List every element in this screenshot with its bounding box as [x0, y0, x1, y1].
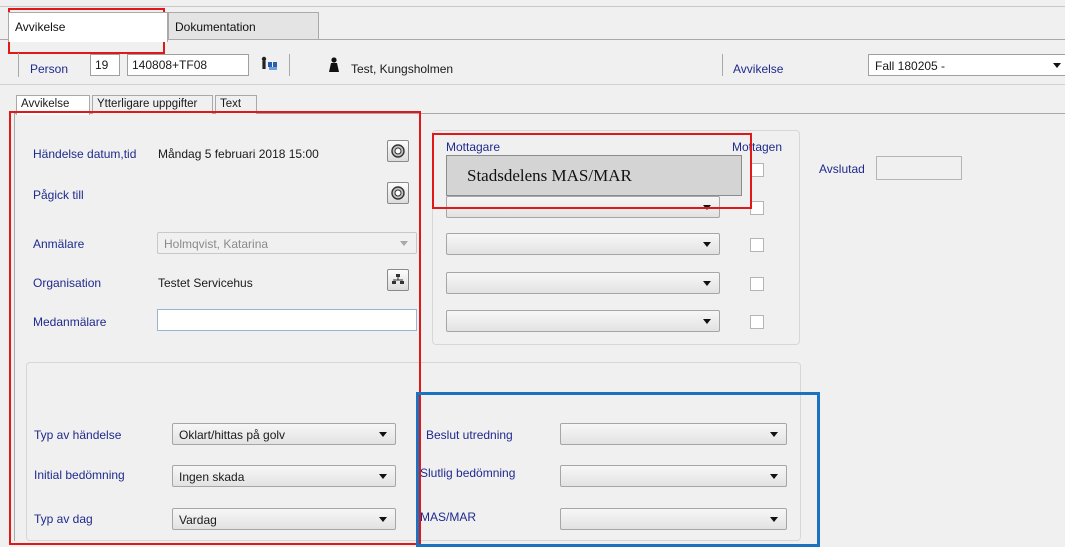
highlight-box-lower-right	[416, 392, 820, 547]
mottagen-checkbox-5[interactable]	[750, 315, 764, 329]
person-icon	[327, 57, 341, 73]
chevron-down-icon	[703, 319, 711, 324]
mottagare-select-3[interactable]	[446, 233, 720, 255]
chevron-down-icon	[1053, 63, 1061, 68]
mottagare-select-5[interactable]	[446, 310, 720, 332]
highlight-box-mottagare	[432, 133, 752, 209]
top-border	[0, 6, 1065, 7]
avvikelse-select[interactable]: Fall 180205 -	[868, 54, 1065, 76]
avvikelse-separator	[722, 54, 723, 76]
binoculars-icon[interactable]	[260, 56, 280, 74]
mottagare-select-4[interactable]	[446, 272, 720, 294]
person-prefix-field[interactable]: 19	[90, 54, 120, 76]
person-number-field[interactable]: 140808+TF08	[127, 54, 249, 76]
highlight-box-left-form	[9, 111, 421, 545]
mottagen-checkbox-3[interactable]	[750, 238, 764, 252]
person-label: Person	[30, 62, 69, 76]
chevron-down-icon	[703, 281, 711, 286]
person-name: Test, Kungsholmen	[351, 62, 454, 76]
avvikelse-select-value: Fall 180205 -	[875, 59, 946, 73]
person-separator	[289, 54, 290, 76]
avslutad-label: Avslutad	[819, 162, 865, 176]
person-row-divider	[18, 53, 19, 77]
chevron-down-icon	[703, 242, 711, 247]
tab-dokumentation[interactable]: Dokumentation	[168, 12, 319, 40]
mottagen-checkbox-4[interactable]	[750, 277, 764, 291]
avvikelse-label: Avvikelse	[733, 62, 784, 76]
tab-avvikelse[interactable]: Avvikelse	[8, 12, 168, 42]
person-bar-divider	[0, 84, 1065, 85]
mottagen-checkbox-2[interactable]	[750, 201, 764, 215]
avslutad-field	[876, 156, 962, 180]
mottagen-checkbox-1[interactable]	[750, 163, 764, 177]
